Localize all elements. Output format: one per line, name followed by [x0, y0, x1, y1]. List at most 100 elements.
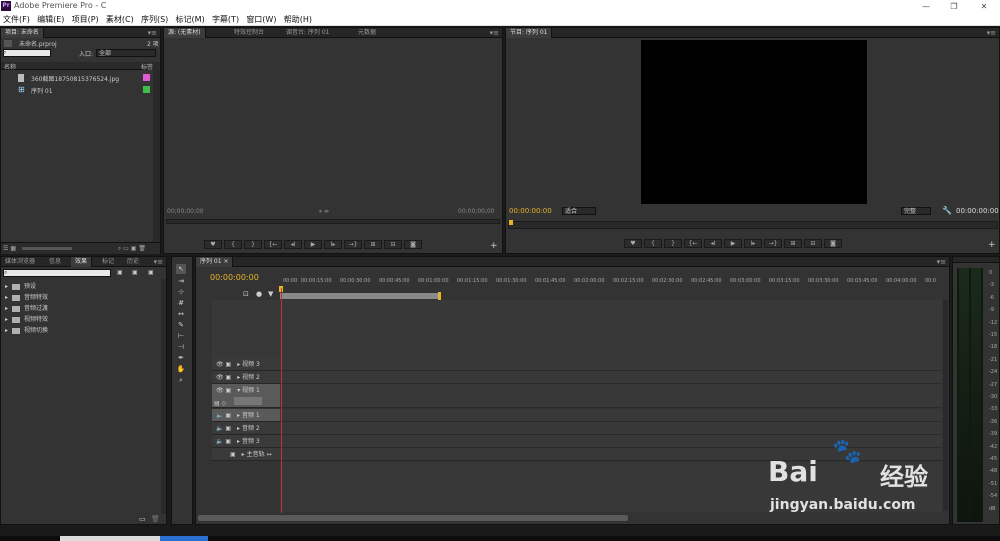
quality-dropdown[interactable]: 完整	[901, 207, 931, 215]
new-bin-icon[interactable]: ▭	[123, 245, 129, 252]
32bit-effects-icon[interactable]: ▣	[132, 269, 138, 276]
selection-tool-icon[interactable]: ↖	[176, 264, 186, 274]
list-item[interactable]: 360截图18750815376524.jpg	[1, 72, 153, 83]
menu-sequence[interactable]: 序列(S)	[138, 13, 170, 26]
panel-menu-icon[interactable]: ▾≡	[154, 257, 163, 267]
ripple-edit-tool-icon[interactable]: ⊹	[176, 287, 186, 297]
step-back-button[interactable]: ◂I	[704, 239, 722, 248]
menu-clip[interactable]: 素材(C)	[103, 13, 136, 26]
add-button-icon[interactable]: +	[490, 241, 498, 251]
wrench-icon[interactable]: 🔧	[942, 206, 952, 215]
extract-button[interactable]: ⊟	[804, 239, 822, 248]
work-area-bar[interactable]	[280, 293, 440, 299]
icon-view-icon[interactable]: ▦	[10, 245, 16, 252]
track-header-master[interactable]: ▣ ▸ 主音轨 ↔	[212, 448, 280, 461]
track-header-video-3[interactable]: 👁 ▣ ▸ 视频 3	[212, 358, 280, 371]
folder-audio-transitions[interactable]: ▸ 音频过渡	[5, 304, 48, 314]
folder-audio-effects[interactable]: ▸ 音频特效	[5, 293, 48, 303]
lift-button[interactable]: ⊞	[784, 239, 802, 248]
export-frame-button[interactable]: ◙	[824, 239, 842, 248]
tab-effect-controls[interactable]: 特效控制台	[230, 28, 268, 38]
tab-sequence[interactable]: 序列 01 ×	[196, 257, 234, 267]
track-header-video-1[interactable]: 👁 ▣ ▾ 视频 1 ▤ ◇	[212, 384, 280, 408]
menu-marker[interactable]: 标记(M)	[173, 13, 207, 26]
keyframe-display[interactable]	[234, 397, 262, 405]
track-header-audio-3[interactable]: 🔈 ▣ ▸ 音频 3	[212, 435, 280, 448]
mark-out-button[interactable]: }	[664, 239, 682, 248]
tab-audio-mixer[interactable]: 调音台: 序列 01	[282, 28, 333, 38]
track-lane-video-1[interactable]	[280, 384, 942, 408]
menu-help[interactable]: 帮助(H)	[281, 13, 314, 26]
tab-effects[interactable]: 效果	[71, 257, 93, 267]
fit-dropdown[interactable]: 适合	[562, 207, 596, 215]
scrollbar[interactable]	[153, 62, 160, 242]
track-lane-audio-2[interactable]	[280, 422, 942, 435]
marker-button[interactable]: ♥	[204, 240, 222, 249]
play-button[interactable]: ▶	[304, 240, 322, 249]
effects-search-input[interactable]	[3, 269, 111, 277]
eye-icon[interactable]: 👁 ▣	[216, 358, 231, 371]
slip-tool-icon[interactable]: ⊢	[176, 331, 186, 341]
list-item[interactable]: ⊞ 序列 01	[1, 84, 153, 95]
playhead-marker[interactable]	[509, 220, 513, 225]
yuv-effects-icon[interactable]: ▣	[148, 269, 154, 276]
close-button[interactable]: ✕	[970, 0, 998, 13]
eye-icon[interactable]: 👁 ▣	[216, 371, 231, 384]
new-item-icon[interactable]: ▣	[131, 245, 137, 252]
playhead-line[interactable]	[281, 288, 282, 513]
mark-in-button[interactable]: {	[224, 240, 242, 249]
tab-media-browser[interactable]: 媒体浏览器	[1, 257, 39, 267]
hand-tool-icon[interactable]: ✋	[176, 364, 186, 374]
minimize-button[interactable]: —	[912, 0, 940, 13]
go-to-out-button[interactable]: →}	[764, 239, 782, 248]
menu-window[interactable]: 窗口(W)	[243, 13, 278, 26]
trash-icon[interactable]: 🗑	[138, 245, 146, 252]
master-toggle-icon[interactable]: ▣	[230, 448, 236, 461]
pen-tool-icon[interactable]: ✒	[176, 353, 186, 363]
track-lane-audio-1[interactable]	[280, 409, 942, 422]
maximize-button[interactable]: ❐	[940, 0, 968, 13]
tab-metadata[interactable]: 元数据	[354, 28, 380, 38]
tab-history[interactable]: 历史	[123, 257, 143, 267]
export-frame-button[interactable]: ◙	[404, 240, 422, 249]
program-timeline-bar[interactable]	[508, 220, 998, 229]
folder-video-transitions[interactable]: ▸ 视频切换	[5, 326, 48, 336]
source-timecode-in[interactable]: 00;00;00;00	[167, 208, 204, 215]
step-forward-button[interactable]: I▸	[324, 240, 342, 249]
source-controls-icon[interactable]: ⏸ ⇹	[319, 208, 329, 216]
work-area-end-marker[interactable]	[438, 292, 441, 300]
play-button[interactable]: ▶	[724, 239, 742, 248]
search-icon[interactable]: ⌕	[118, 245, 121, 252]
speaker-icon[interactable]: 🔈 ▣	[216, 422, 231, 435]
add-button-icon[interactable]: +	[988, 240, 996, 250]
snap-icon[interactable]: ⊡	[243, 290, 249, 298]
insert-button[interactable]: ⊞	[364, 240, 382, 249]
step-forward-button[interactable]: I▸	[744, 239, 762, 248]
vertical-scrollbar[interactable]	[943, 300, 948, 510]
step-back-button[interactable]: ◂I	[284, 240, 302, 249]
menu-title[interactable]: 字幕(T)	[209, 13, 241, 26]
marker-button[interactable]: ♥	[624, 239, 642, 248]
track-header-audio-2[interactable]: 🔈 ▣ ▸ 音频 2	[212, 422, 280, 435]
set-marker-icon[interactable]: ▼	[268, 290, 273, 298]
menu-file[interactable]: 文件(F)	[0, 13, 32, 26]
menu-edit[interactable]: 编辑(E)	[34, 13, 66, 26]
accelerated-effects-icon[interactable]: ▣	[117, 269, 123, 276]
source-timeline-bar[interactable]	[166, 219, 500, 224]
overwrite-button[interactable]: ⊟	[384, 240, 402, 249]
list-view-icon[interactable]: ☰	[3, 245, 8, 252]
program-monitor-view[interactable]	[641, 40, 867, 204]
trash-icon[interactable]: 🗑	[151, 515, 160, 523]
go-to-in-button[interactable]: {←	[264, 240, 282, 249]
track-lane-video-2[interactable]	[280, 371, 942, 384]
track-header-video-2[interactable]: 👁 ▣ ▸ 视频 2	[212, 371, 280, 384]
panel-menu-icon[interactable]: ▾≡	[937, 257, 946, 267]
col-label[interactable]: 标签	[141, 62, 153, 71]
folder-presets[interactable]: ▸ 预设	[5, 282, 36, 292]
time-ruler[interactable]: 00:00 00:00:15:00 00:00:30:00 00:00:45:00 00…	[280, 278, 942, 288]
program-timecode[interactable]: 00:00:00:00	[509, 207, 552, 215]
scrollbar[interactable]	[161, 279, 166, 514]
menu-project[interactable]: 项目(P)	[69, 13, 101, 26]
mark-out-button[interactable]: }	[244, 240, 262, 249]
zoom-slider[interactable]	[21, 247, 72, 250]
